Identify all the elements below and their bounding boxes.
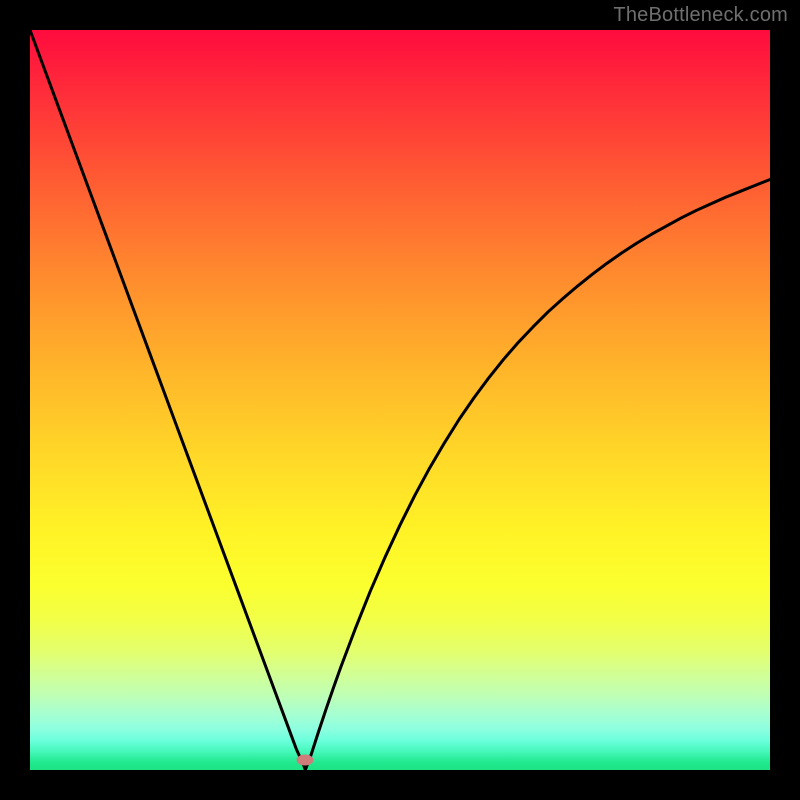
watermark-text: TheBottleneck.com [613, 4, 788, 27]
plot-area [30, 30, 770, 770]
bottleneck-curve [30, 30, 770, 770]
chart-frame: TheBottleneck.com [0, 0, 800, 800]
optimal-point-marker [297, 755, 314, 766]
